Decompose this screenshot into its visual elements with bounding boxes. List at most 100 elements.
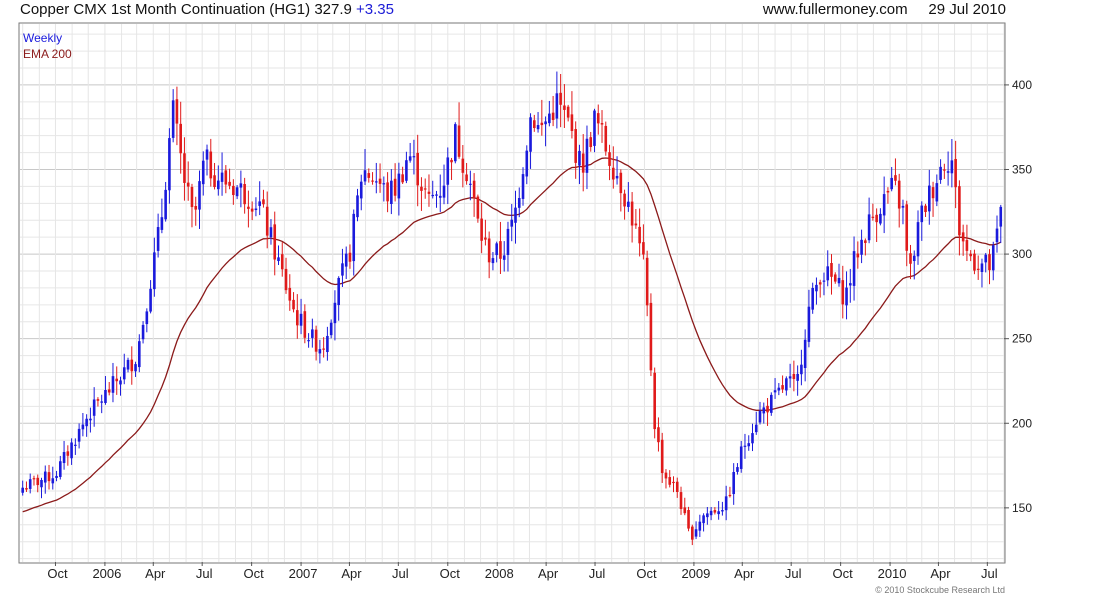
candle-body — [442, 185, 446, 198]
candle-body — [156, 227, 160, 251]
candle-body — [958, 186, 961, 236]
y-tick-label: 300 — [1012, 247, 1032, 261]
candle-body — [491, 258, 495, 264]
candle-body — [280, 254, 284, 270]
candle-body — [743, 445, 747, 447]
candle-body — [198, 181, 201, 210]
candle-body — [296, 310, 299, 326]
candle-body — [687, 509, 690, 529]
candle-body — [927, 185, 931, 212]
candle-body — [721, 510, 724, 512]
candle-body — [852, 251, 856, 286]
x-tick-label: Apr — [145, 566, 166, 581]
candle-body — [950, 160, 954, 174]
candle-body — [698, 521, 702, 531]
candle-body — [570, 114, 574, 131]
candle-body — [864, 240, 867, 243]
candle-body — [675, 481, 679, 492]
candle-body — [785, 378, 788, 391]
y-tick-label: 150 — [1012, 501, 1032, 515]
candle-body — [318, 349, 322, 354]
candle-body — [356, 195, 359, 218]
candle-body — [138, 341, 141, 368]
candle-body — [326, 335, 329, 353]
candle-body — [886, 190, 890, 193]
candle-body — [145, 311, 149, 325]
x-tick-label: 2009 — [681, 566, 710, 581]
candle-body — [833, 274, 837, 282]
candle-body — [867, 214, 871, 241]
candle-body — [988, 254, 991, 271]
candle-body — [96, 399, 100, 401]
candle-body — [751, 433, 754, 444]
x-tick-label: Jul — [589, 566, 606, 581]
candle-body — [209, 151, 213, 179]
candle-body — [386, 182, 389, 202]
candle-body — [691, 526, 694, 540]
candle-body — [262, 199, 265, 205]
candle-body — [754, 424, 758, 433]
candle-body — [672, 481, 675, 484]
candle-body — [529, 117, 532, 152]
candle-body — [585, 138, 589, 173]
candle-body — [856, 253, 860, 258]
candle-body — [476, 196, 480, 219]
candle-body — [818, 282, 822, 285]
candle-body — [875, 214, 878, 223]
candle-body — [153, 252, 156, 290]
candle-body — [702, 515, 705, 524]
y-tick-label: 400 — [1012, 78, 1032, 92]
candle-body — [122, 367, 126, 380]
candle-body — [841, 280, 845, 305]
candle-body — [59, 461, 62, 477]
candle-body — [728, 494, 732, 497]
candle-body — [484, 237, 487, 240]
copyright: © 2010 Stockcube Research Ltd — [875, 585, 1005, 595]
x-tick-label: Oct — [636, 566, 657, 581]
candle-body — [412, 156, 416, 158]
candle-body — [89, 418, 92, 421]
candle-body — [401, 174, 404, 183]
candle-body — [43, 471, 47, 483]
candle-body — [589, 137, 593, 148]
candle-body — [307, 340, 310, 342]
candle-body — [649, 302, 653, 371]
candle-body — [66, 451, 70, 456]
candle-body — [664, 472, 668, 479]
candle-body — [551, 112, 555, 120]
candle-body — [104, 390, 107, 403]
candle-body — [363, 170, 367, 182]
y-axis: 150 200 250 300 350 400 — [1004, 78, 1032, 515]
candle-body — [713, 510, 717, 513]
candle-body — [683, 507, 687, 514]
candle-body — [228, 181, 231, 186]
candle-body — [630, 201, 634, 226]
candle-body — [235, 187, 239, 197]
candle-body — [119, 380, 122, 385]
x-tick-label: Oct — [440, 566, 461, 581]
candle-body — [758, 410, 762, 423]
candle-body — [608, 152, 611, 166]
candle-body — [359, 181, 363, 199]
candle-body — [420, 186, 423, 191]
x-tick-label: Oct — [833, 566, 854, 581]
candle-body — [645, 257, 649, 306]
candle-body — [540, 122, 544, 126]
candle-body — [984, 254, 988, 263]
candle-body — [894, 175, 897, 181]
candle-body — [149, 288, 152, 312]
candle-body — [446, 157, 450, 185]
candle-body — [943, 169, 946, 171]
candle-body — [668, 477, 672, 485]
candle-body — [623, 193, 626, 207]
legend-ema: EMA 200 — [23, 47, 72, 61]
candle-body — [378, 178, 382, 184]
candle-body — [800, 364, 803, 375]
x-tick-label: Apr — [341, 566, 362, 581]
candle-body — [596, 113, 600, 124]
candle-body — [393, 178, 397, 196]
candle-body — [220, 172, 224, 182]
candle-body — [578, 150, 581, 166]
candle-body — [871, 216, 875, 218]
candle-body — [660, 439, 664, 474]
